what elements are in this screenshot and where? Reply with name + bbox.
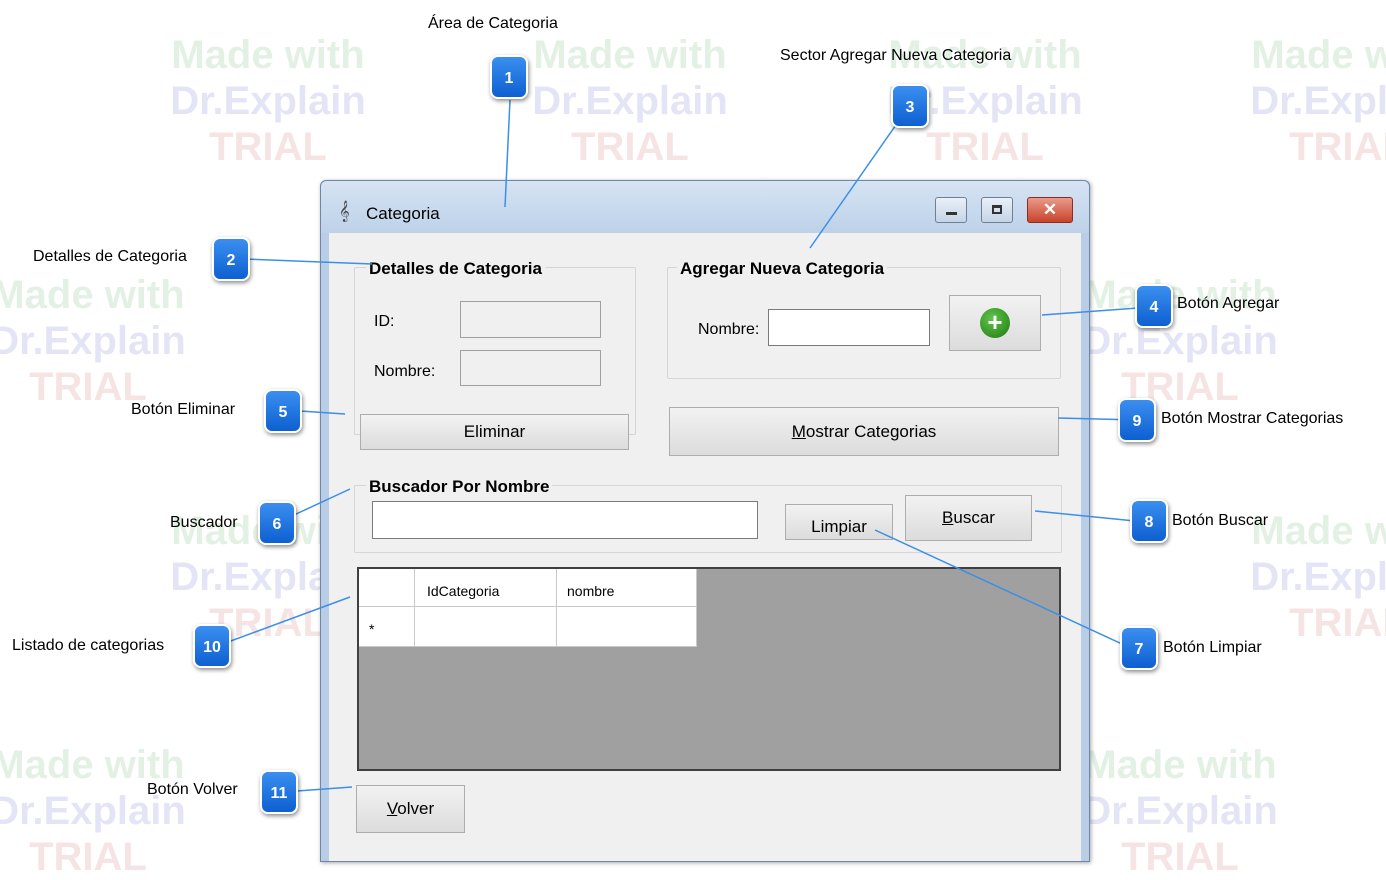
leader-line-5 (299, 410, 346, 415)
callout-badge-6: 6 (258, 501, 296, 545)
leader-line-1 (504, 99, 511, 208)
callout-label-11: Botón Volver (147, 781, 238, 798)
callout-badge-7: 7 (1120, 626, 1158, 670)
callout-label-5: Botón Eliminar (131, 401, 236, 418)
callout-badge-10: 10 (193, 624, 231, 668)
callout-badge-1: 1 (490, 55, 528, 99)
leader-line-10 (227, 596, 351, 643)
leader-line-3 (809, 111, 906, 249)
leader-line-6 (293, 488, 351, 516)
callout-badge-11: 11 (260, 770, 298, 814)
callout-label-2: Detalles de Categoria (33, 248, 187, 265)
callout-badge-2: 2 (212, 237, 250, 281)
callout-badge-4: 4 (1135, 284, 1173, 328)
callout-label-1: Área de Categoria (428, 15, 558, 32)
leader-line-8 (1034, 510, 1136, 522)
callout-label-7: Botón Limpiar (1163, 639, 1262, 656)
callout-badge-9: 9 (1118, 398, 1156, 442)
callout-label-3: Sector Agregar Nueva Categoria (780, 47, 1012, 64)
leader-line-11 (296, 786, 353, 792)
callout-label-10: Listado de categorias (12, 637, 165, 654)
callout-label-6: Buscador (170, 514, 238, 531)
callout-label-9: Botón Mostrar Categorias (1161, 410, 1344, 427)
callout-label-4: Botón Agregar (1177, 295, 1280, 312)
callout-label-8: Botón Buscar (1172, 512, 1269, 529)
callout-badge-8: 8 (1130, 499, 1168, 543)
leader-line-7 (874, 529, 1136, 651)
callout-badge-3: 3 (891, 84, 929, 128)
leader-line-2 (244, 258, 373, 265)
callout-badge-5: 5 (264, 389, 302, 433)
leader-line-4 (1041, 307, 1139, 316)
